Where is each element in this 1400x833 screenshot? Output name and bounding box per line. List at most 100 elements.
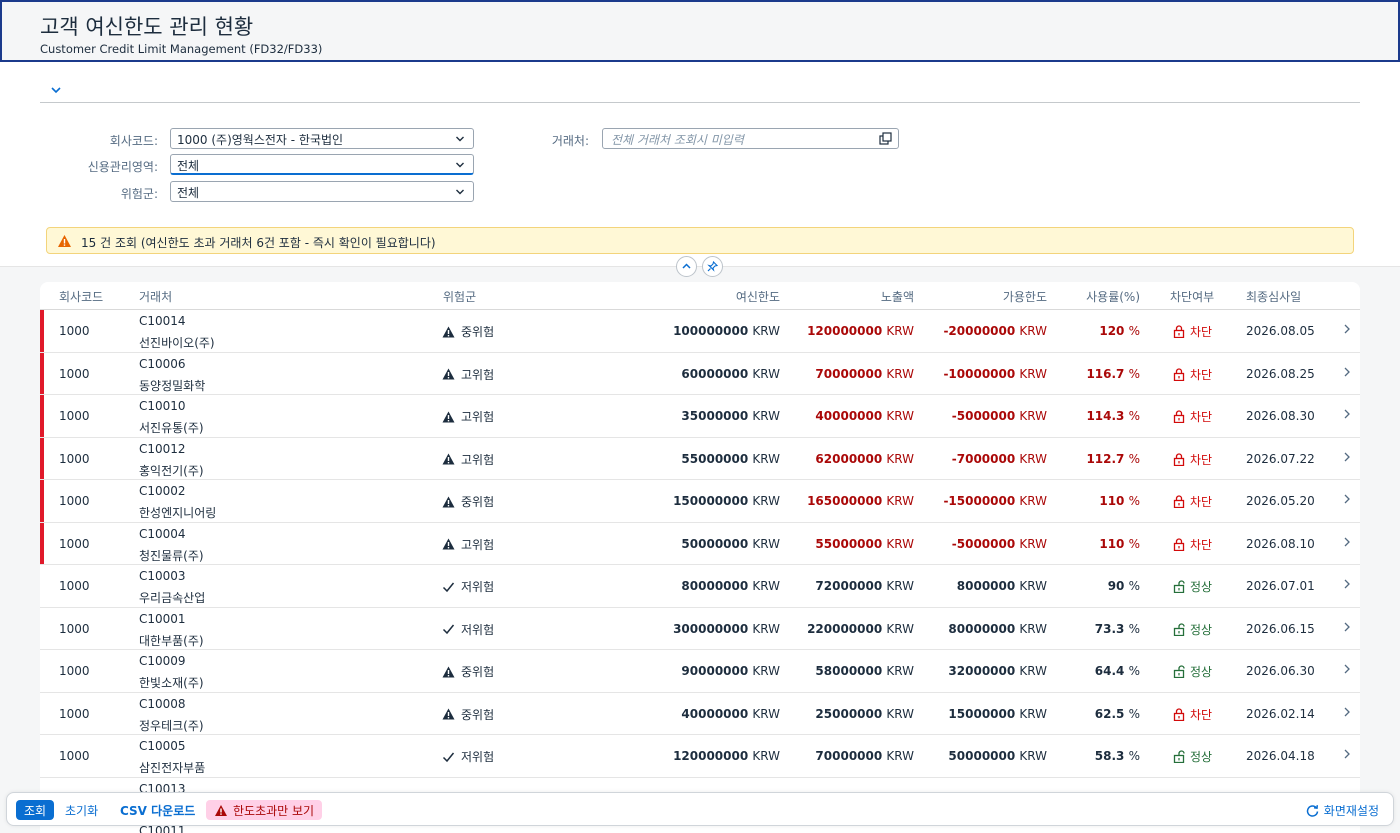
cell-block-status: 차단 xyxy=(1173,323,1212,340)
currency-unit: KRW xyxy=(886,324,914,338)
currency-unit: KRW xyxy=(886,494,914,508)
chevron-right-icon[interactable] xyxy=(1342,536,1352,548)
block-status-text: 정상 xyxy=(1190,665,1213,679)
reset-button[interactable]: 초기화 xyxy=(57,800,106,820)
table-row[interactable]: 1000 C10004 청진물류(주) 고위험 50000000 KRW 55000000… xyxy=(40,522,1360,565)
chevron-down-icon[interactable] xyxy=(48,82,64,96)
cell-last-review: 2026.08.05 xyxy=(1246,324,1315,338)
col-block-status[interactable]: 차단여부 xyxy=(1170,288,1214,305)
cell-risk-group: 중위험 xyxy=(442,323,494,340)
vendor-input[interactable]: 전체 거래처 조회시 미입력 xyxy=(602,128,899,149)
currency-unit: KRW xyxy=(886,749,914,763)
warning-icon xyxy=(442,368,455,380)
cell-block-status: 정상 xyxy=(1173,663,1212,680)
cell-vendor-id: C10006 xyxy=(139,356,186,371)
risk-group-text: 중위험 xyxy=(461,325,495,339)
table-row[interactable]: 1000 C10006 동양정밀화학 고위험 60000000 KRW 70000000 … xyxy=(40,352,1360,395)
table-row[interactable]: 1000 C10008 정우테크(주) 중위험 40000000 KRW 25000000… xyxy=(40,693,1360,735)
currency-unit: KRW xyxy=(752,451,780,466)
check-icon xyxy=(442,582,455,592)
currency-unit: KRW xyxy=(886,664,914,678)
cell-vendor-name: 정우테크(주) xyxy=(139,718,204,733)
available-value: 80000000 xyxy=(948,621,1016,636)
chevron-right-icon[interactable] xyxy=(1342,493,1352,505)
credit-area-select[interactable]: 전체 xyxy=(170,154,474,175)
value-help-icon[interactable] xyxy=(879,132,892,145)
usage-rate-value: 110 xyxy=(1099,536,1125,551)
warning-icon xyxy=(442,708,455,720)
company-code-select[interactable]: 1000 (주)영웍스전자 - 한국법인 xyxy=(170,128,474,149)
percent-unit: % xyxy=(1128,536,1140,551)
filter-bar: 회사코드: 1000 (주)영웍스전자 - 한국법인 신용관리영역: 전체 위험… xyxy=(0,62,1400,267)
currency-unit: KRW xyxy=(1019,621,1047,636)
cell-vendor-id: C10002 xyxy=(139,484,186,498)
currency-unit: KRW xyxy=(752,621,780,636)
currency-unit: KRW xyxy=(1019,536,1047,551)
chevron-right-icon[interactable] xyxy=(1342,451,1352,463)
chevron-right-icon[interactable] xyxy=(1342,663,1352,675)
currency-unit: KRW xyxy=(1019,706,1047,721)
col-exposure[interactable]: 노출액 xyxy=(881,288,914,305)
cell-available: 50000000 KRW xyxy=(948,749,1047,763)
col-risk-group[interactable]: 위험군 xyxy=(443,288,476,305)
table-row[interactable]: 1000 C10012 홍익전기(주) 고위험 55000000 KRW 62000000… xyxy=(40,437,1360,480)
check-icon xyxy=(442,624,455,635)
percent-unit: % xyxy=(1128,706,1140,721)
cell-usage-rate: 110 % xyxy=(1099,537,1140,551)
cell-vendor-name: 대한부품(주) xyxy=(139,633,204,648)
col-available[interactable]: 가용한도 xyxy=(1003,288,1047,305)
cell-exposure: 70000000 KRW xyxy=(815,367,914,381)
table-row[interactable]: 1000 C10005 삼진전자부품 저위험 120000000 KRW 70000000… xyxy=(40,735,1360,778)
search-button[interactable]: 조회 xyxy=(16,800,55,820)
block-status-text: 차단 xyxy=(1190,367,1213,382)
unlock-icon xyxy=(1173,622,1185,636)
table-row[interactable]: 1000 C10003 우리금속산업 저위험 80000000 KRW 72000000 … xyxy=(40,565,1360,608)
block-status-text: 차단 xyxy=(1190,325,1213,339)
cell-vendor-name: 선진바이오(주) xyxy=(139,336,215,350)
credit-limit-value: 300000000 xyxy=(673,621,749,636)
col-vendor[interactable]: 거래처 xyxy=(139,288,172,305)
csv-download-button[interactable]: CSV 다운로드 xyxy=(112,800,203,820)
cell-risk-group: 중위험 xyxy=(442,706,494,723)
risk-group-select[interactable]: 전체 xyxy=(170,181,474,202)
warning-icon xyxy=(58,235,71,247)
chevron-right-icon[interactable] xyxy=(1342,323,1352,335)
pin-header-button[interactable] xyxy=(702,256,723,277)
col-credit-limit[interactable]: 여신한도 xyxy=(736,288,780,305)
col-usage-rate[interactable]: 사용률(%) xyxy=(1086,288,1140,305)
table-row[interactable]: 1000 C10002 한성엔지니어링 중위험 150000000 KRW 1650000… xyxy=(40,480,1360,523)
chevron-right-icon[interactable] xyxy=(1342,706,1352,718)
risk-group-text: 고위험 xyxy=(461,410,495,424)
currency-unit: KRW xyxy=(1019,664,1047,678)
chevron-right-icon[interactable] xyxy=(1342,366,1352,378)
chevron-right-icon[interactable] xyxy=(1342,621,1352,633)
table-row[interactable]: 1000 C10009 한빛소재(주) 중위험 90000000 KRW 58000000… xyxy=(40,650,1360,693)
col-company-code[interactable]: 회사코드 xyxy=(59,288,103,305)
credit-limit-value: 120000000 xyxy=(673,749,749,763)
cell-available: -7000000 KRW xyxy=(952,452,1047,466)
col-last-review[interactable]: 최종심사일 xyxy=(1246,288,1301,305)
cell-risk-group: 저위험 xyxy=(442,748,494,765)
cell-usage-rate: 112.7 % xyxy=(1086,452,1140,466)
cell-company-code: 1000 xyxy=(59,536,90,551)
chevron-right-icon[interactable] xyxy=(1342,408,1352,420)
currency-unit: KRW xyxy=(752,324,780,338)
risk-group-text: 저위험 xyxy=(461,750,495,764)
available-value: 15000000 xyxy=(948,706,1016,721)
risk-group-text: 중위험 xyxy=(461,665,495,679)
table-row[interactable]: 1000 C10001 대한부품(주) 저위험 300000000 KRW 2200000… xyxy=(40,608,1360,650)
cell-exposure: 220000000 KRW xyxy=(807,622,914,636)
table-row[interactable]: 1000 C10014 선진바이오(주) 중위험 100000000 KRW 120000… xyxy=(40,310,1360,353)
currency-unit: KRW xyxy=(752,536,780,551)
collapse-header-button[interactable] xyxy=(676,256,697,277)
credit-area-value: 전체 xyxy=(177,159,200,173)
warning-message-strip: 15 건 조회 (여신한도 초과 거래처 6건 포함 - 즉시 확인이 필요합니… xyxy=(46,227,1354,254)
layout-reset-button[interactable]: 화면재설정 xyxy=(1298,800,1387,820)
chevron-right-icon[interactable] xyxy=(1342,578,1352,590)
chevron-right-icon[interactable] xyxy=(1342,748,1352,760)
company-code-value: 1000 (주)영웍스전자 - 한국법인 xyxy=(177,133,344,147)
cell-vendor-name: 청진물류(주) xyxy=(139,548,204,563)
table-row[interactable]: 1000 C10010 서진유통(주) 고위험 35000000 KRW 40000000… xyxy=(40,395,1360,438)
over-limit-only-button[interactable]: 한도초과만 보기 xyxy=(206,800,323,820)
page-header: 고객 여신한도 관리 현황 Customer Credit Limit Mana… xyxy=(0,0,1400,62)
